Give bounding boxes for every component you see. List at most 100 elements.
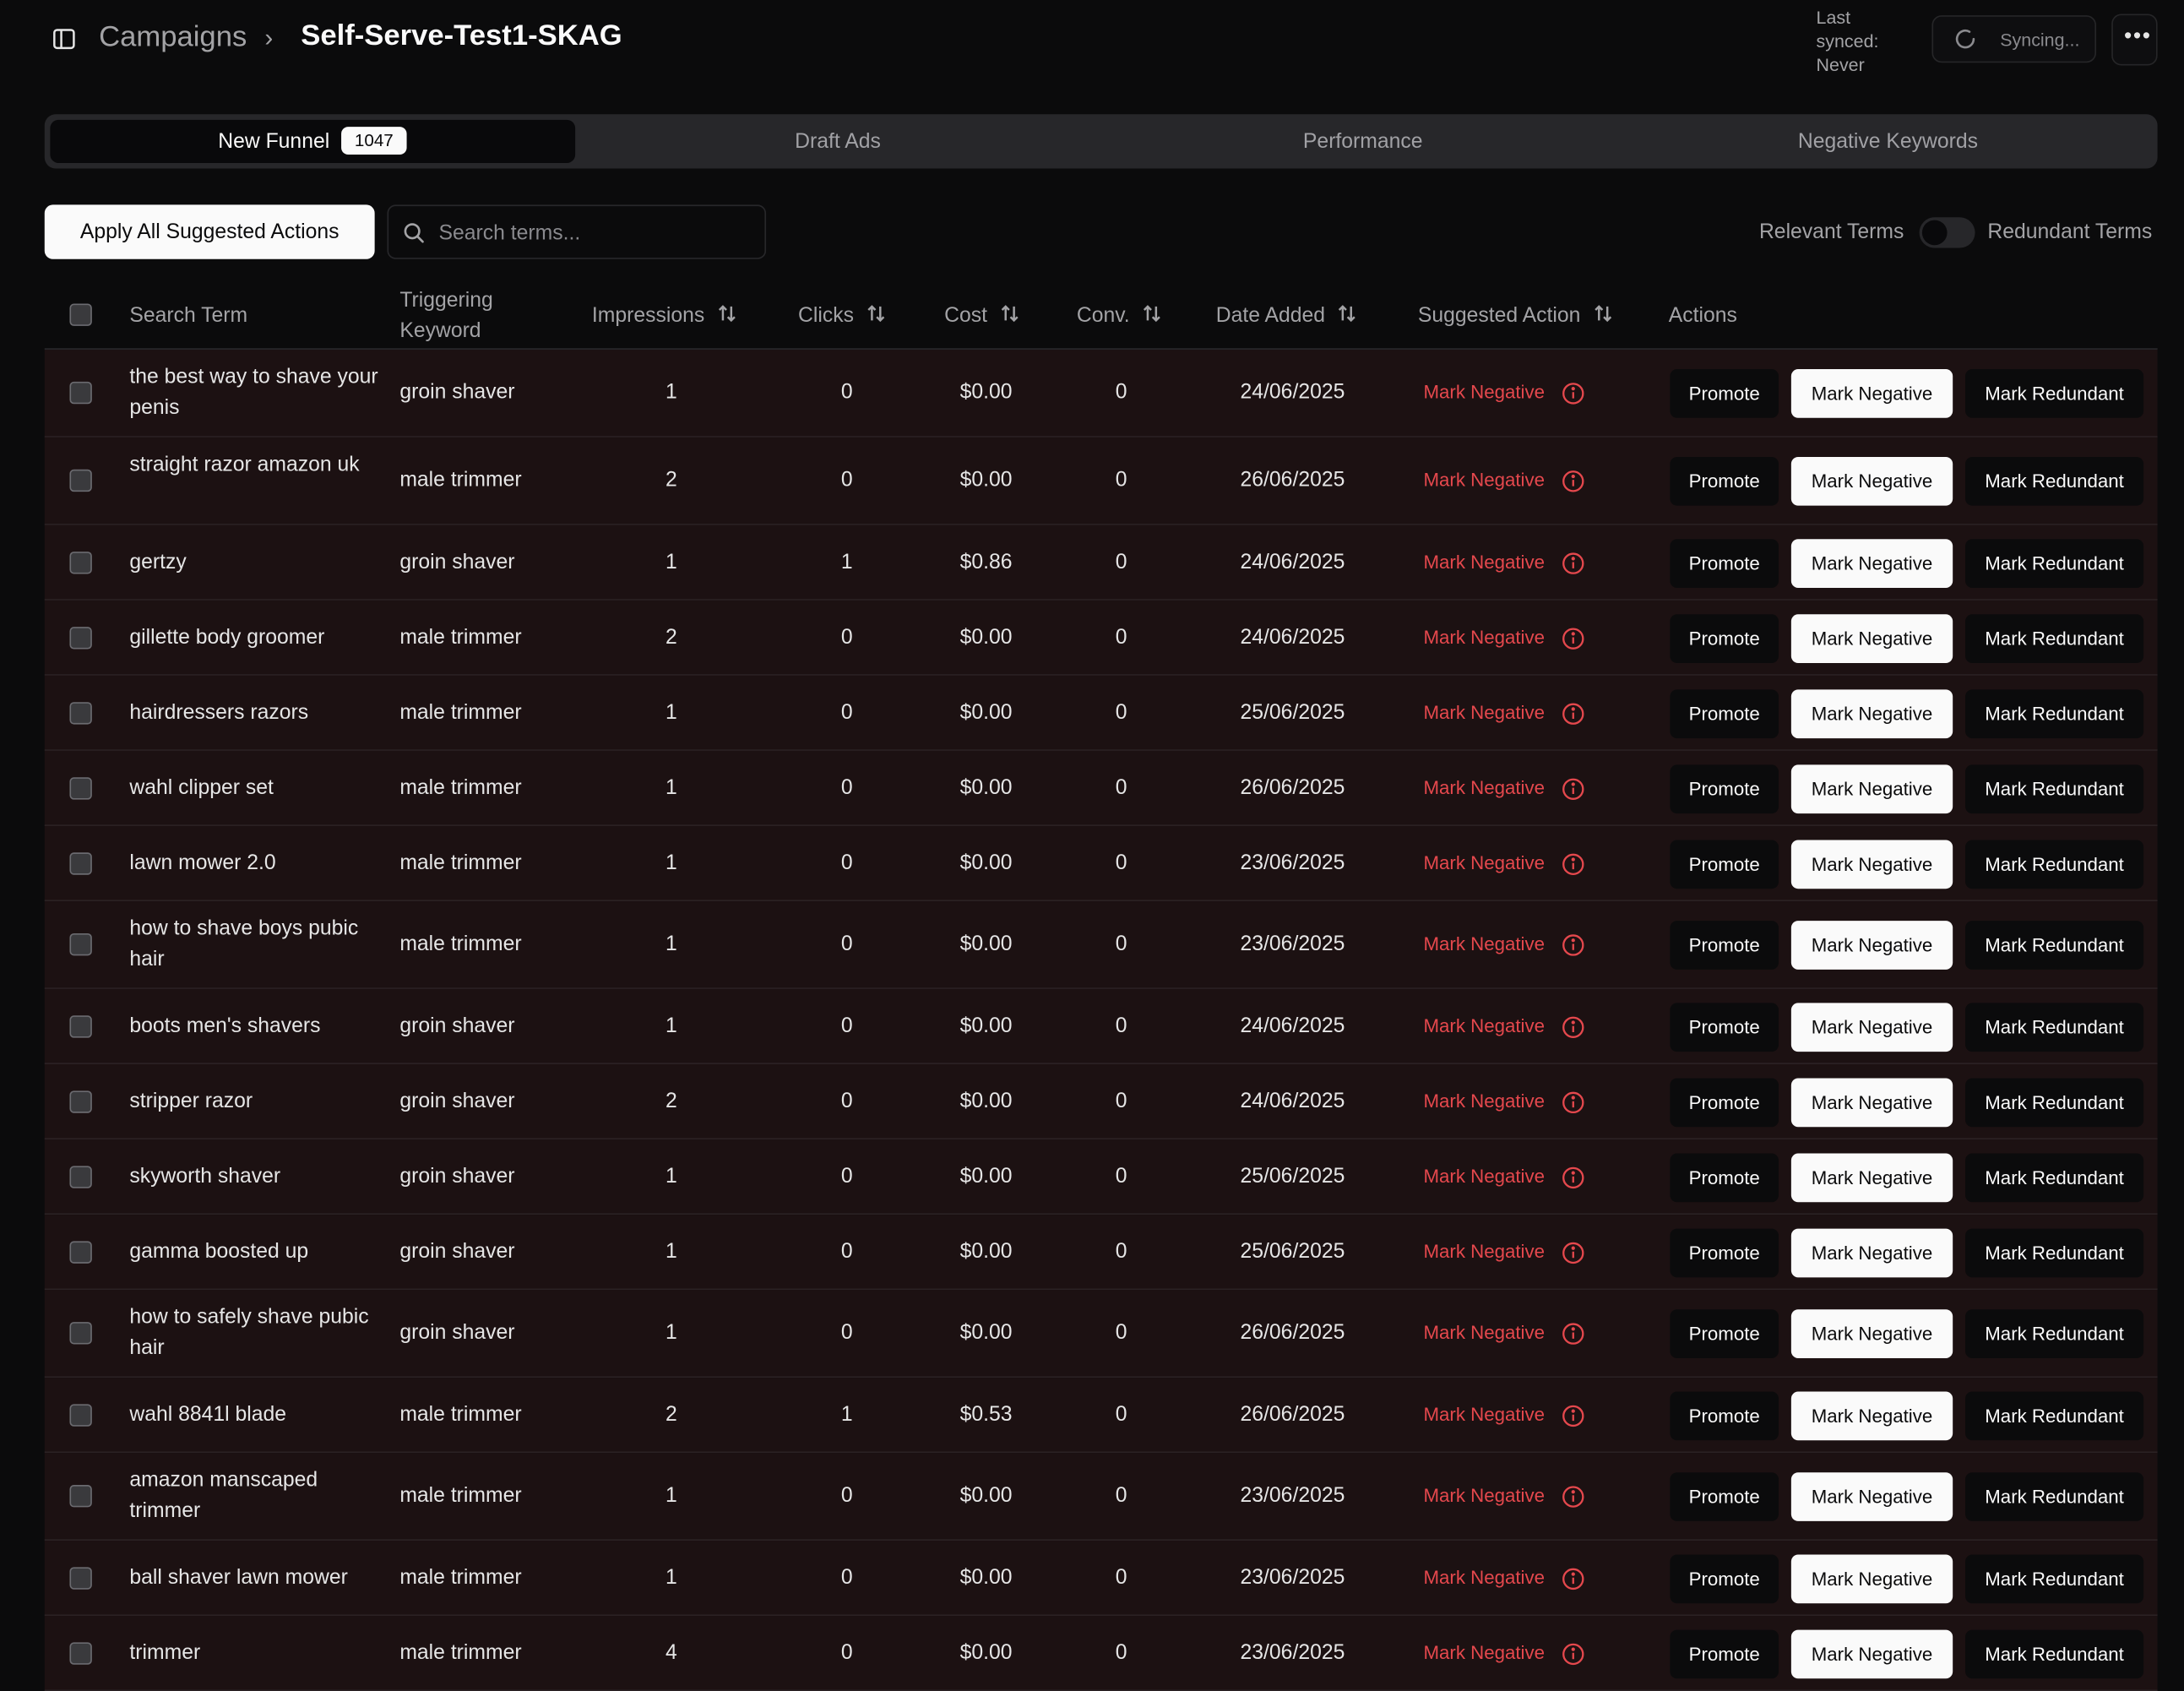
mark-negative-button[interactable]: Mark Negative: [1790, 1003, 1953, 1052]
mark-redundant-button[interactable]: Mark Redundant: [1965, 689, 2144, 739]
row-checkbox[interactable]: [69, 1567, 92, 1590]
info-icon[interactable]: [1562, 1015, 1585, 1039]
promote-button[interactable]: Promote: [1670, 1309, 1779, 1358]
promote-button[interactable]: Promote: [1670, 456, 1779, 506]
promote-button[interactable]: Promote: [1670, 1391, 1779, 1441]
row-checkbox[interactable]: [69, 1015, 92, 1038]
mark-redundant-button[interactable]: Mark Redundant: [1965, 1078, 2144, 1128]
mark-redundant-button[interactable]: Mark Redundant: [1965, 1309, 2144, 1358]
row-checkbox[interactable]: [69, 552, 92, 574]
info-icon[interactable]: [1562, 1322, 1585, 1346]
mark-negative-button[interactable]: Mark Negative: [1790, 1153, 1953, 1203]
info-icon[interactable]: [1562, 382, 1585, 405]
promote-button[interactable]: Promote: [1670, 1472, 1779, 1521]
tab-performance[interactable]: Performance: [1100, 120, 1626, 163]
row-checkbox[interactable]: [69, 469, 92, 492]
promote-button[interactable]: Promote: [1670, 1003, 1779, 1052]
mark-negative-button[interactable]: Mark Negative: [1790, 539, 1953, 588]
row-checkbox[interactable]: [69, 1404, 92, 1427]
mark-redundant-button[interactable]: Mark Redundant: [1965, 539, 2144, 588]
mark-redundant-button[interactable]: Mark Redundant: [1965, 1629, 2144, 1679]
relevant-redundant-toggle[interactable]: [1919, 217, 1975, 248]
search-input[interactable]: [436, 206, 763, 261]
promote-button[interactable]: Promote: [1670, 689, 1779, 739]
mark-redundant-button[interactable]: Mark Redundant: [1965, 1003, 2144, 1052]
header-suggested-action[interactable]: Suggested Action: [1418, 301, 1614, 331]
promote-button[interactable]: Promote: [1670, 764, 1779, 814]
header-clicks[interactable]: Clicks: [798, 301, 888, 331]
info-icon[interactable]: [1562, 702, 1585, 726]
mark-redundant-button[interactable]: Mark Redundant: [1965, 614, 2144, 664]
row-checkbox[interactable]: [69, 1642, 92, 1665]
breadcrumb-campaigns-link[interactable]: Campaigns: [99, 21, 247, 55]
info-icon[interactable]: [1562, 1485, 1585, 1509]
mark-negative-button[interactable]: Mark Negative: [1790, 1554, 1953, 1604]
info-icon[interactable]: [1562, 1642, 1585, 1666]
mark-redundant-button[interactable]: Mark Redundant: [1965, 1554, 2144, 1604]
row-checkbox[interactable]: [69, 1090, 92, 1113]
mark-redundant-button[interactable]: Mark Redundant: [1965, 764, 2144, 814]
mark-negative-button[interactable]: Mark Negative: [1790, 1309, 1953, 1358]
row-checkbox[interactable]: [69, 627, 92, 650]
mark-negative-button[interactable]: Mark Negative: [1790, 840, 1953, 889]
row-checkbox[interactable]: [69, 1322, 92, 1345]
select-all-checkbox[interactable]: [69, 303, 92, 326]
mark-redundant-button[interactable]: Mark Redundant: [1965, 1472, 2144, 1521]
row-checkbox[interactable]: [69, 1485, 92, 1508]
header-date-added[interactable]: Date Added: [1216, 301, 1359, 331]
row-checkbox[interactable]: [69, 1166, 92, 1188]
mark-redundant-button[interactable]: Mark Redundant: [1965, 369, 2144, 418]
mark-negative-button[interactable]: Mark Negative: [1790, 1078, 1953, 1128]
mark-redundant-button[interactable]: Mark Redundant: [1965, 921, 2144, 970]
mark-redundant-button[interactable]: Mark Redundant: [1965, 1153, 2144, 1203]
header-conv[interactable]: Conv.: [1077, 301, 1163, 331]
mark-redundant-button[interactable]: Mark Redundant: [1965, 840, 2144, 889]
promote-button[interactable]: Promote: [1670, 1153, 1779, 1203]
row-checkbox[interactable]: [69, 381, 92, 405]
info-icon[interactable]: [1562, 1090, 1585, 1114]
header-impressions[interactable]: Impressions: [592, 301, 738, 331]
mark-negative-button[interactable]: Mark Negative: [1790, 1228, 1953, 1278]
promote-button[interactable]: Promote: [1670, 539, 1779, 588]
mark-negative-button[interactable]: Mark Negative: [1790, 921, 1953, 970]
promote-button[interactable]: Promote: [1670, 921, 1779, 970]
info-icon[interactable]: [1562, 777, 1585, 801]
promote-button[interactable]: Promote: [1670, 1228, 1779, 1278]
header-cost[interactable]: Cost: [944, 301, 1020, 331]
info-icon[interactable]: [1562, 1241, 1585, 1264]
sidebar-toggle-icon[interactable]: [52, 26, 77, 52]
row-checkbox[interactable]: [69, 1241, 92, 1264]
mark-redundant-button[interactable]: Mark Redundant: [1965, 1391, 2144, 1441]
promote-button[interactable]: Promote: [1670, 1078, 1779, 1128]
mark-redundant-button[interactable]: Mark Redundant: [1965, 1228, 2144, 1278]
row-checkbox[interactable]: [69, 852, 92, 875]
tab-negative-keywords[interactable]: Negative Keywords: [1626, 120, 2151, 163]
info-icon[interactable]: [1562, 552, 1585, 575]
mark-negative-button[interactable]: Mark Negative: [1790, 1629, 1953, 1679]
mark-redundant-button[interactable]: Mark Redundant: [1965, 456, 2144, 506]
row-checkbox[interactable]: [69, 777, 92, 800]
tab-draft-ads[interactable]: Draft Ads: [575, 120, 1100, 163]
info-icon[interactable]: [1562, 1404, 1585, 1427]
info-icon[interactable]: [1562, 852, 1585, 876]
promote-button[interactable]: Promote: [1670, 840, 1779, 889]
mark-negative-button[interactable]: Mark Negative: [1790, 1391, 1953, 1441]
info-icon[interactable]: [1562, 933, 1585, 957]
mark-negative-button[interactable]: Mark Negative: [1790, 1472, 1953, 1521]
mark-negative-button[interactable]: Mark Negative: [1790, 689, 1953, 739]
info-icon[interactable]: [1562, 627, 1585, 650]
more-options-button[interactable]: •••: [2111, 14, 2158, 66]
promote-button[interactable]: Promote: [1670, 369, 1779, 418]
promote-button[interactable]: Promote: [1670, 1554, 1779, 1604]
promote-button[interactable]: Promote: [1670, 1629, 1779, 1679]
info-icon[interactable]: [1562, 1166, 1585, 1189]
info-icon[interactable]: [1562, 470, 1585, 493]
row-checkbox[interactable]: [69, 702, 92, 725]
mark-negative-button[interactable]: Mark Negative: [1790, 456, 1953, 506]
promote-button[interactable]: Promote: [1670, 614, 1779, 664]
mark-negative-button[interactable]: Mark Negative: [1790, 614, 1953, 664]
info-icon[interactable]: [1562, 1567, 1585, 1590]
mark-negative-button[interactable]: Mark Negative: [1790, 369, 1953, 418]
mark-negative-button[interactable]: Mark Negative: [1790, 764, 1953, 814]
apply-all-suggested-actions-button[interactable]: Apply All Suggested Actions: [44, 204, 375, 259]
